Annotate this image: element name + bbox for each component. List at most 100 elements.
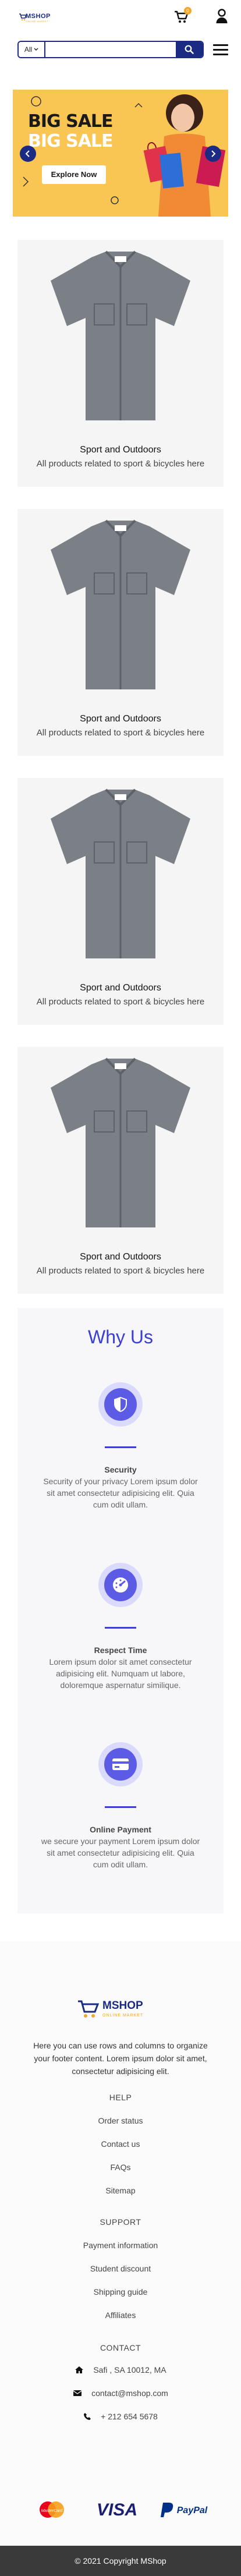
shield-icon [114, 1397, 127, 1412]
hamburger-menu-button[interactable] [213, 44, 228, 56]
product-description: All products related to sport & bicycles… [36, 459, 205, 469]
mastercard-label: MasterCard [41, 2509, 63, 2513]
logo-subtitle: ONLINE MARKET [26, 20, 49, 23]
contact-address-text: Safi , SA 10012, MA [93, 2365, 166, 2375]
footer-logo-subtitle: ONLINE MARKET [102, 2014, 144, 2018]
category-select-value: All [24, 45, 33, 54]
paypal-label: PayPal [177, 2506, 208, 2515]
feature-icon-badge [98, 1742, 143, 1786]
contact-phone[interactable]: + 212 654 5678 [0, 2412, 241, 2421]
shirt-image [51, 250, 190, 420]
feature-divider [105, 1627, 136, 1629]
shirt-image [51, 1057, 190, 1227]
explore-now-button[interactable]: Explore Now [42, 165, 106, 184]
footer-link-sitemap[interactable]: Sitemap [0, 2186, 241, 2195]
product-card[interactable]: Sport and Outdoors All products related … [17, 1047, 224, 1294]
envelope-icon [73, 2390, 82, 2396]
product-description: All products related to sport & bicycles… [36, 1266, 205, 1276]
product-description: All products related to sport & bicycles… [36, 728, 205, 738]
product-title: Sport and Outdoors [80, 983, 161, 993]
visa-logo: VISA [97, 2500, 137, 2520]
product-title: Sport and Outdoors [80, 714, 161, 724]
cart-logo-icon [78, 2000, 100, 2018]
contact-address: Safi , SA 10012, MA [0, 2365, 241, 2375]
menu-bar [213, 54, 228, 55]
credit-card-icon [112, 1758, 129, 1770]
hero-banner: BIG SALE BIG SALE Explore Now [13, 90, 228, 217]
feature-title: Respect Time [94, 1646, 147, 1655]
menu-bar [213, 44, 228, 46]
feature-title: Online Payment [90, 1825, 151, 1834]
footer-logo-text: MSHOP [102, 2000, 143, 2012]
shirt-image [51, 788, 190, 958]
product-image [17, 509, 224, 701]
product-card[interactable]: Sport and Outdoors All products related … [17, 509, 224, 756]
search-icon [185, 45, 194, 54]
home-icon [75, 2366, 84, 2373]
product-image [17, 240, 224, 432]
menu-bar [213, 49, 228, 51]
product-title: Sport and Outdoors [80, 445, 161, 455]
footer-description: Here you can use rows and columns to org… [33, 2041, 208, 2076]
site-header: MSHOP ONLINE MARKET 0 [0, 0, 241, 37]
feature-text: we secure your payment Lorem ipsum dolor… [41, 1837, 200, 1869]
banner-subtitle: BIG SALE [28, 131, 114, 151]
account-button[interactable] [215, 9, 228, 24]
search-bar: All [0, 37, 241, 63]
why-us-title: Why Us [88, 1326, 153, 1347]
shirt-image [51, 519, 190, 689]
carousel-prev-button[interactable] [20, 146, 36, 162]
feature-title: Security [104, 1465, 137, 1474]
product-description: All products related to sport & bicycles… [36, 997, 205, 1007]
footer-link-contact-us[interactable]: Contact us [0, 2139, 241, 2149]
feature-text: Lorem ipsum dolor sit amet consectetur a… [49, 1657, 192, 1690]
footer-link-payment-info[interactable]: Payment information [0, 2241, 241, 2250]
carousel-next-button[interactable] [205, 146, 221, 162]
product-image [17, 778, 224, 970]
chevron-left-icon [25, 150, 30, 157]
feature-divider [105, 1446, 136, 1448]
site-footer: MSHOP ONLINE MARKET Here you can use row… [0, 1941, 241, 2477]
footer-link-order-status[interactable]: Order status [0, 2116, 241, 2125]
chevron-down-icon [34, 48, 38, 51]
feature-icon-badge [98, 1563, 143, 1607]
banner-title: BIG SALE [28, 111, 114, 132]
footer-link-faqs[interactable]: FAQs [0, 2163, 241, 2172]
why-us-section: Why Us Security Security of your privacy… [17, 1308, 224, 1913]
search-input[interactable] [45, 42, 176, 57]
feature-icon-badge [98, 1382, 143, 1427]
footer-link-shipping-guide[interactable]: Shipping guide [0, 2287, 241, 2297]
search-form: All [17, 41, 204, 58]
logo-text: MSHOP [26, 13, 51, 20]
paypal-logo: PayPal [161, 2503, 208, 2517]
user-icon [216, 9, 228, 23]
contact-phone-text: + 212 654 5678 [101, 2412, 158, 2421]
contact-email[interactable]: contact@mshop.com [0, 2389, 241, 2398]
phone-icon [84, 2413, 91, 2420]
cart-button[interactable]: 0 [173, 7, 192, 24]
footer-link-affiliates[interactable]: Affiliates [0, 2310, 241, 2320]
cart-count-badge: 0 [184, 7, 192, 15]
mastercard-logo: MasterCard [40, 2501, 64, 2518]
banner-illustration [23, 94, 226, 217]
visa-label: VISA [97, 2500, 137, 2520]
footer-link-student-discount[interactable]: Student discount [0, 2264, 241, 2273]
feature-divider [105, 1806, 136, 1808]
feature-text: Security of your privacy Lorem ipsum dol… [43, 1477, 198, 1509]
footer-logo[interactable]: MSHOP ONLINE MARKET [77, 1994, 170, 2029]
product-title: Sport and Outdoors [80, 1252, 161, 1262]
product-image [17, 1047, 224, 1239]
chevron-right-icon [211, 150, 216, 157]
product-card[interactable]: Sport and Outdoors All products related … [17, 778, 224, 1025]
footer-support-heading: SUPPORT [100, 2217, 141, 2227]
logo[interactable]: MSHOP ONLINE MARKET [19, 9, 51, 26]
copyright-bar: © 2021 Copyright MShop [0, 2546, 241, 2576]
footer-contact-heading: CONTACT [100, 2343, 141, 2352]
speedometer-icon [113, 1577, 128, 1593]
search-button[interactable] [176, 42, 203, 57]
product-card[interactable]: Sport and Outdoors All products related … [17, 240, 224, 487]
footer-help-heading: HELP [109, 2093, 132, 2102]
contact-email-text: contact@mshop.com [91, 2389, 168, 2398]
payment-methods: MasterCard VISA PayPal [0, 2477, 241, 2546]
category-select[interactable]: All [19, 42, 45, 57]
